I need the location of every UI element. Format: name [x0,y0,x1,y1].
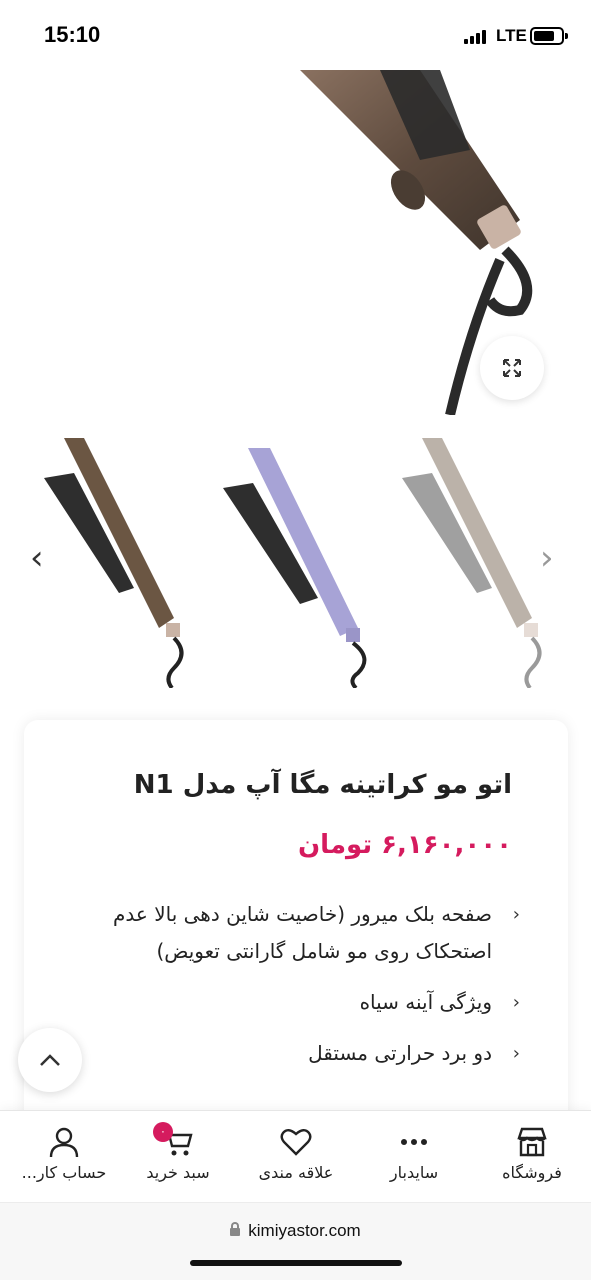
thumbnail-lavender[interactable] [208,418,378,690]
nav-item-wishlist[interactable]: علاقه مندی [237,1111,355,1203]
network-label: LTE [496,26,527,45]
thumbnail-image [223,448,367,690]
feature-item: ‹ صفحه بلک میرور (خاصیت شاین دهی بالا عد… [80,896,520,970]
cart-count-badge: ۰ [153,1122,173,1142]
feature-text: صفحه بلک میرور (خاصیت شاین دهی بالا عدم … [113,902,492,963]
expand-icon [503,359,521,377]
battery-icon [530,27,568,45]
nav-label: سبد خرید [146,1163,210,1182]
bottom-navigation: فروشگاه سایدبار علاقه مندی سبد خرید حساب… [0,1110,591,1202]
chevron-icon: ‹ [512,1043,520,1064]
nav-label: حساب کار... [21,1163,107,1182]
nav-label: سایدبار [389,1163,439,1182]
more-dots-icon [355,1125,473,1159]
scroll-to-top-button[interactable] [18,1028,82,1092]
store-icon [473,1125,591,1159]
url-display[interactable]: kimiyastor.com [0,1221,591,1241]
expand-image-button[interactable] [480,336,544,400]
user-icon [5,1125,123,1159]
product-title: اتو مو کراتینه مگا آپ مدل N1 [133,770,512,800]
cart-icon [119,1125,237,1159]
thumbnail-image [44,438,184,690]
nav-label: فروشگاه [502,1163,562,1182]
nav-item-account[interactable]: حساب کار... [5,1111,123,1203]
signal-icon [464,30,490,44]
product-info-card: اتو مو کراتینه مگا آپ مدل N1 ۶,۱۶۰,۰۰۰ ت… [24,720,568,1140]
heart-icon [237,1125,355,1159]
feature-text: دو برد حرارتی مستقل [308,1041,492,1065]
product-thumbnails: ‹ › [0,418,591,690]
nav-label: علاقه مندی [258,1163,334,1182]
lock-icon [230,1221,241,1236]
thumbnail-bronze[interactable] [24,418,194,690]
status-time: 15:10 [44,22,101,47]
thumbnail-bronze-2[interactable] [392,418,562,690]
chevron-icon: ‹ [512,992,520,1013]
status-bar: 15:10 LTE [0,0,591,70]
nav-item-cart[interactable]: سبد خرید [119,1111,237,1203]
feature-item: ‹ ویژگی آینه سیاه [80,984,520,1021]
url-text: kimiyastor.com [248,1221,361,1240]
nav-item-sidebar[interactable]: سایدبار [355,1111,473,1203]
feature-item: ‹ دو برد حرارتی مستقل [80,1035,520,1072]
chevron-up-icon [40,1054,60,1066]
thumbnail-prev-arrow[interactable]: ‹ [30,538,44,578]
nav-item-store[interactable]: فروشگاه [473,1111,591,1203]
product-price: ۶,۱۶۰,۰۰۰ تومان [297,830,512,860]
thumbnail-next-arrow[interactable]: › [540,538,554,578]
browser-url-bar[interactable]: kimiyastor.com [0,1202,591,1280]
home-indicator[interactable] [190,1260,402,1266]
thumbnail-image [402,438,542,690]
feature-text: ویژگی آینه سیاه [359,990,492,1014]
feature-list: ‹ صفحه بلک میرور (خاصیت شاین دهی بالا عد… [80,896,520,1086]
chevron-icon: ‹ [512,904,520,925]
